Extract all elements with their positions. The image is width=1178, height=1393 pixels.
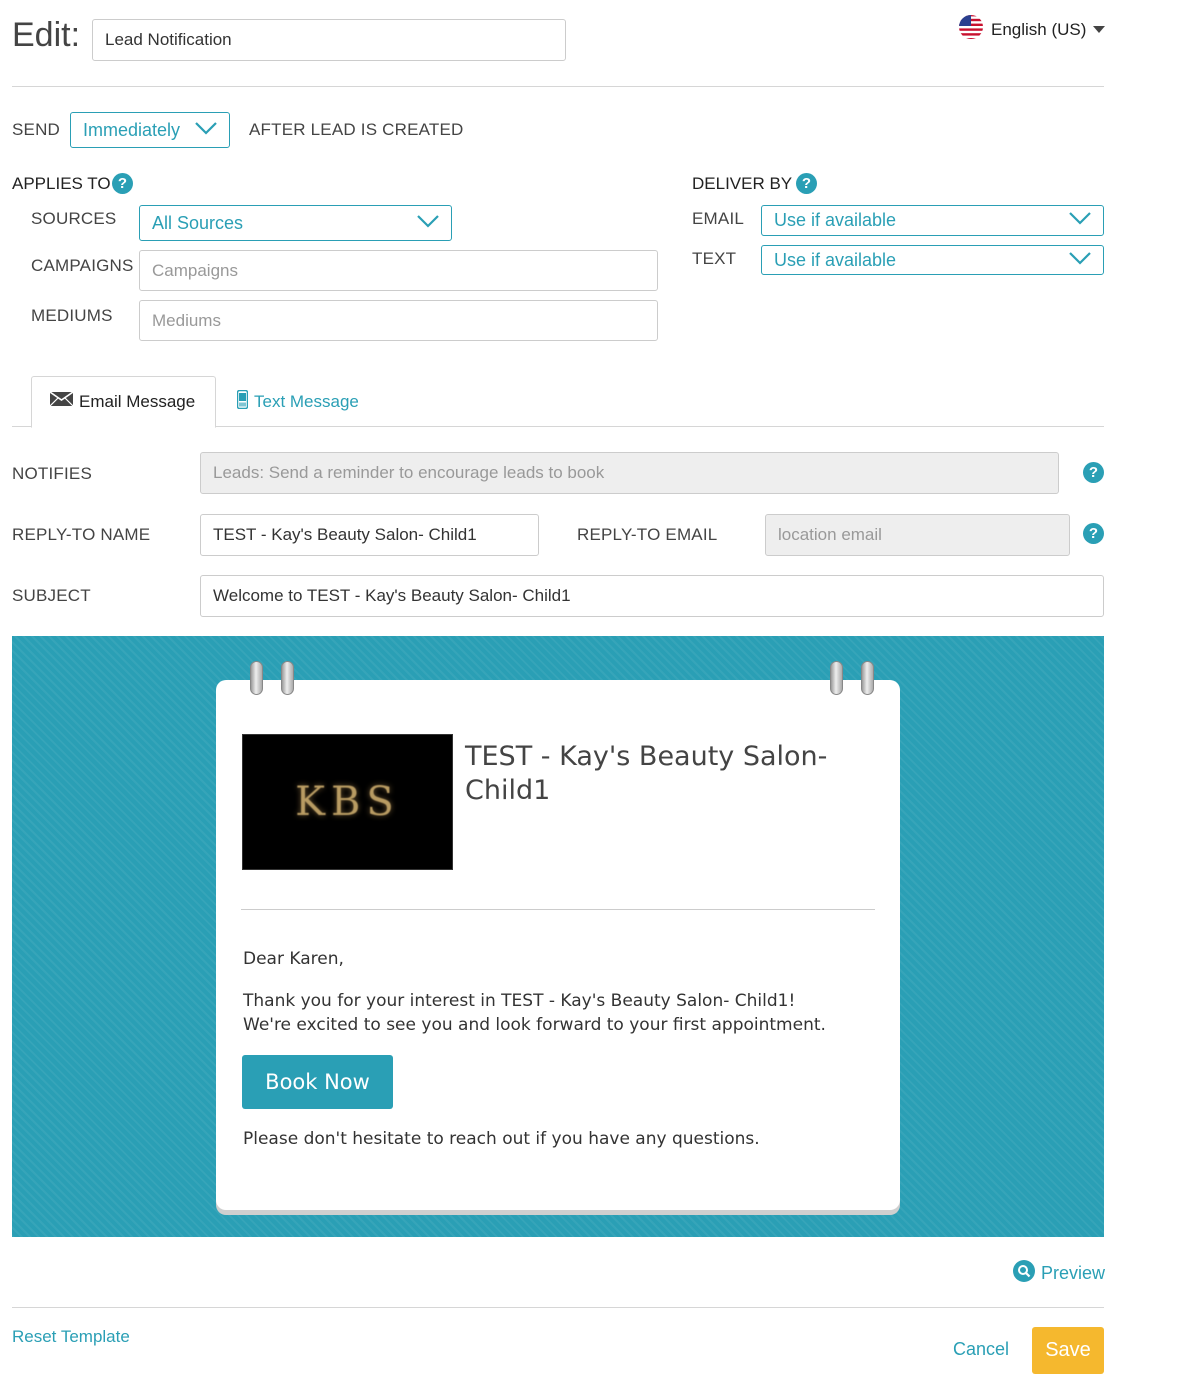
magnifier-icon — [1013, 1260, 1035, 1287]
help-icon[interactable]: ? — [796, 173, 817, 194]
reply-to-email-input — [765, 514, 1070, 556]
phone-icon — [236, 389, 249, 414]
email-delivery-label: EMAIL — [692, 209, 745, 228]
reply-to-email-label: REPLY-TO EMAIL — [577, 525, 718, 544]
email-body-line2: We're excited to see you and look forwar… — [243, 1015, 826, 1035]
email-divider — [241, 909, 875, 910]
business-name: TEST - Kay's Beauty Salon- Child1 — [465, 741, 828, 806]
envelope-icon — [49, 391, 74, 412]
cancel-button[interactable]: Cancel — [953, 1339, 1009, 1360]
reply-to-name-input[interactable] — [200, 514, 539, 556]
tab-text-message[interactable]: Text Message — [236, 389, 359, 414]
sources-label: SOURCES — [31, 209, 117, 228]
logo-text: KBS — [295, 779, 400, 825]
subject-input[interactable] — [200, 575, 1104, 617]
reply-to-name-label: REPLY-TO NAME — [12, 525, 151, 544]
binder-ring-icon — [281, 661, 294, 695]
email-body-line1: Thank you for your interest in TEST - Ka… — [243, 991, 796, 1011]
sources-value: All Sources — [152, 212, 244, 233]
chevron-down-icon — [195, 120, 217, 141]
preview-label: Preview — [1041, 1263, 1106, 1283]
footer-divider — [12, 1307, 1104, 1308]
notifies-field — [200, 452, 1059, 494]
language-selector[interactable]: English (US) — [958, 14, 1106, 45]
help-icon[interactable]: ? — [1083, 462, 1104, 483]
send-timing-select[interactable]: Immediately — [70, 112, 230, 148]
email-greeting: Dear Karen, — [243, 949, 344, 969]
binder-ring-icon — [830, 661, 843, 695]
applies-to-heading: APPLIES TO — [12, 174, 111, 193]
template-name-input[interactable] — [92, 19, 566, 61]
mediums-label: MEDIUMS — [31, 306, 113, 325]
sources-select[interactable]: All Sources — [139, 205, 452, 241]
text-delivery-select[interactable]: Use if available — [761, 245, 1104, 275]
reset-template-link[interactable]: Reset Template — [12, 1327, 130, 1347]
caret-down-icon — [1093, 21, 1106, 39]
notifies-label: NOTIFIES — [12, 464, 92, 483]
binder-ring-icon — [250, 661, 263, 695]
text-delivery-value: Use if available — [774, 249, 897, 270]
us-flag-icon — [958, 14, 984, 45]
subject-label: SUBJECT — [12, 586, 91, 605]
chevron-down-icon — [1069, 210, 1091, 231]
preview-link[interactable]: Preview — [1013, 1260, 1105, 1287]
mediums-input[interactable] — [139, 300, 658, 341]
send-label: SEND — [12, 120, 61, 139]
divider — [12, 86, 1104, 87]
business-logo: KBS — [242, 734, 453, 870]
text-delivery-label: TEXT — [692, 249, 737, 268]
deliver-by-heading: DELIVER BY — [692, 174, 793, 193]
email-preview-card: TEST - Kay's Beauty Salon- Child1 KBS De… — [216, 680, 900, 1210]
help-icon[interactable]: ? — [1083, 523, 1104, 544]
chevron-down-icon — [417, 213, 439, 234]
campaigns-label: CAMPAIGNS — [31, 256, 134, 275]
send-suffix: AFTER LEAD IS CREATED — [249, 120, 464, 139]
tab-email-label: Email Message — [79, 391, 196, 411]
help-icon[interactable]: ? — [112, 173, 133, 194]
tab-text-label: Text Message — [254, 392, 359, 411]
page-title: Edit: — [12, 16, 81, 54]
email-delivery-value: Use if available — [774, 210, 897, 230]
email-delivery-select[interactable]: Use if available — [761, 205, 1104, 236]
send-timing-value: Immediately — [83, 119, 181, 140]
book-now-button[interactable]: Book Now — [242, 1055, 393, 1109]
chevron-down-icon — [1069, 250, 1091, 271]
tab-email-message[interactable]: Email Message — [31, 376, 216, 428]
binder-ring-icon — [861, 661, 874, 695]
save-button[interactable]: Save — [1032, 1327, 1104, 1374]
campaigns-input[interactable] — [139, 250, 658, 291]
language-label: English (US) — [991, 19, 1087, 39]
email-closing: Please don't hesitate to reach out if yo… — [243, 1129, 760, 1149]
